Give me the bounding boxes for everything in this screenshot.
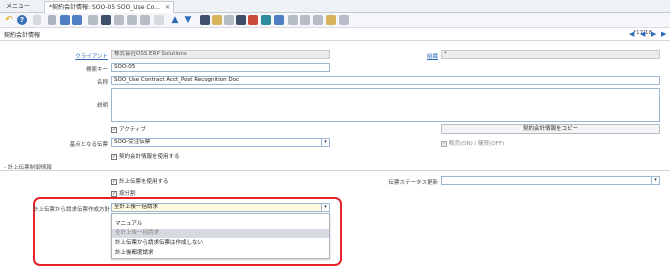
- attachment-icon[interactable]: [114, 15, 124, 25]
- org-field: *: [441, 50, 660, 59]
- page-title: 契約会計情報: [4, 32, 41, 39]
- dropdown-option-selected[interactable]: 全計上後一括請求: [112, 229, 329, 238]
- client-label[interactable]: クライアント: [28, 52, 108, 60]
- detail-record-icon[interactable]: ▼: [183, 15, 193, 25]
- print-preview-icon[interactable]: [224, 15, 234, 25]
- lock-icon[interactable]: [326, 15, 336, 25]
- chevron-down-icon[interactable]: ▾: [651, 177, 659, 184]
- active-label: アクティブ: [119, 127, 146, 133]
- export-icon[interactable]: [313, 15, 323, 25]
- search-key-input[interactable]: SOO-05: [111, 63, 330, 72]
- dropdown-option[interactable]: 計上伝票から請求伝票は作成しない: [112, 239, 329, 248]
- name-input[interactable]: SOO_Use Contract Acct_Post Recognition D…: [111, 76, 660, 85]
- archive-icon[interactable]: [212, 15, 222, 25]
- name-label: 名称: [96, 80, 108, 86]
- dropdown-option[interactable]: マニュアル: [112, 220, 329, 229]
- zoom-across-icon[interactable]: [236, 15, 246, 25]
- checkbox-box: ✓: [111, 190, 117, 197]
- invoice-method-label: 計上伝票から請求伝票作成方針: [32, 207, 110, 213]
- base-doc-value: SOO-受注伝票: [114, 139, 151, 145]
- copy-contract-acct-button[interactable]: 契約会計情報をコピー: [441, 124, 660, 134]
- help-icon[interactable]: ?: [17, 15, 27, 25]
- prev-record-icon[interactable]: ◀: [640, 30, 645, 38]
- find-icon[interactable]: [101, 15, 111, 25]
- divider: [0, 40, 670, 41]
- checkbox-box: ✓: [441, 140, 447, 147]
- request-icon[interactable]: [248, 15, 258, 25]
- use-contract-acct-label: 契約会計情報を使用する: [119, 154, 180, 160]
- search-key-label: 検索キー: [85, 67, 108, 73]
- parent-record-icon[interactable]: ▲: [170, 15, 180, 25]
- chevron-down-icon[interactable]: ▾: [321, 204, 329, 211]
- product-info-icon[interactable]: [261, 15, 271, 25]
- client-field: 株式会社OSS ERP Solutions: [111, 50, 330, 59]
- divider: [0, 170, 670, 171]
- description-label: 説明: [96, 103, 108, 109]
- next-record-icon[interactable]: ▶: [651, 30, 656, 38]
- checkbox-box: ✓: [111, 178, 117, 185]
- save-new-icon[interactable]: [72, 15, 82, 25]
- first-record-icon[interactable]: ◀: [629, 30, 634, 38]
- toolbar: ↶ ? ▲ ▼: [0, 13, 670, 28]
- org-label[interactable]: 組織: [358, 52, 438, 60]
- sales-purchase-label: 販売(ON) / 購買(OFF): [449, 141, 505, 147]
- use-post-doc-checkbox[interactable]: ✓ 計上伝票を使用する: [111, 177, 169, 185]
- tab-bar: メニュー *契約会計情報: SOO-05 SOO_Use Co... ✕: [0, 0, 670, 13]
- base-doc-select[interactable]: SOO-受注伝票 ▾: [111, 138, 330, 147]
- copy-record-icon[interactable]: [48, 15, 56, 25]
- tab-menu[interactable]: メニュー: [2, 1, 42, 13]
- chat-icon[interactable]: [127, 15, 137, 25]
- use-post-doc-label: 計上伝票を使用する: [119, 179, 169, 185]
- doc-status-update-label: 伝票ステータス更新: [388, 180, 438, 186]
- chevron-down-icon[interactable]: ▾: [321, 139, 329, 146]
- process-icon[interactable]: [288, 15, 298, 25]
- customize-icon[interactable]: [300, 15, 310, 25]
- dropdown-option[interactable]: 計上後都度請求: [112, 249, 329, 258]
- new-record-icon[interactable]: [33, 15, 41, 25]
- undo-icon[interactable]: ↶: [4, 15, 14, 25]
- invoice-method-value: 全計上後一括請求: [114, 204, 159, 210]
- quick-form-icon[interactable]: [339, 15, 349, 25]
- checkbox-box: ✓: [111, 153, 117, 160]
- active-checkbox[interactable]: ✓ アクティブ: [111, 125, 146, 133]
- grid-toggle-icon[interactable]: [140, 15, 150, 25]
- use-contract-acct-checkbox[interactable]: ✓ 契約会計情報を使用する: [111, 152, 180, 160]
- tab-label: *契約会計情報: SOO-05 SOO_Use Co...: [49, 4, 160, 11]
- report-icon[interactable]: [200, 15, 210, 25]
- split-checkbox[interactable]: ✓ 按分割: [111, 189, 136, 197]
- base-doc-label: 基点となる伝票: [69, 142, 108, 148]
- description-input[interactable]: [111, 88, 660, 122]
- history-icon[interactable]: [154, 15, 164, 25]
- invoice-method-select[interactable]: 全計上後一括請求 ▾: [111, 203, 330, 212]
- checkbox-box: ✓: [111, 126, 117, 133]
- workflow-icon[interactable]: [274, 15, 284, 25]
- sales-purchase-checkbox: ✓ 販売(ON) / 購買(OFF): [441, 139, 504, 147]
- refresh-icon[interactable]: [88, 15, 98, 25]
- invoice-method-dropdown: マニュアル 全計上後一括請求 計上伝票から請求伝票は作成しない 計上後都度請求: [111, 213, 330, 259]
- tab-contract-acct-info[interactable]: *契約会計情報: SOO-05 SOO_Use Co... ✕: [44, 1, 174, 13]
- doc-status-update-select[interactable]: ▾: [441, 176, 660, 185]
- save-icon[interactable]: [60, 15, 70, 25]
- last-record-icon[interactable]: ▶: [661, 30, 666, 38]
